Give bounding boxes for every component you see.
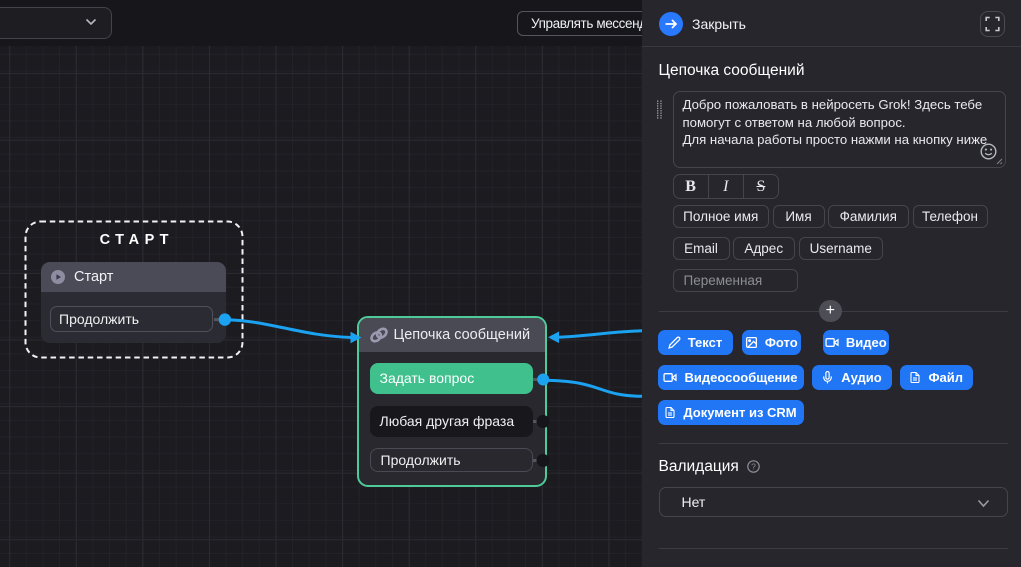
svg-text:?: ?: [751, 461, 756, 471]
